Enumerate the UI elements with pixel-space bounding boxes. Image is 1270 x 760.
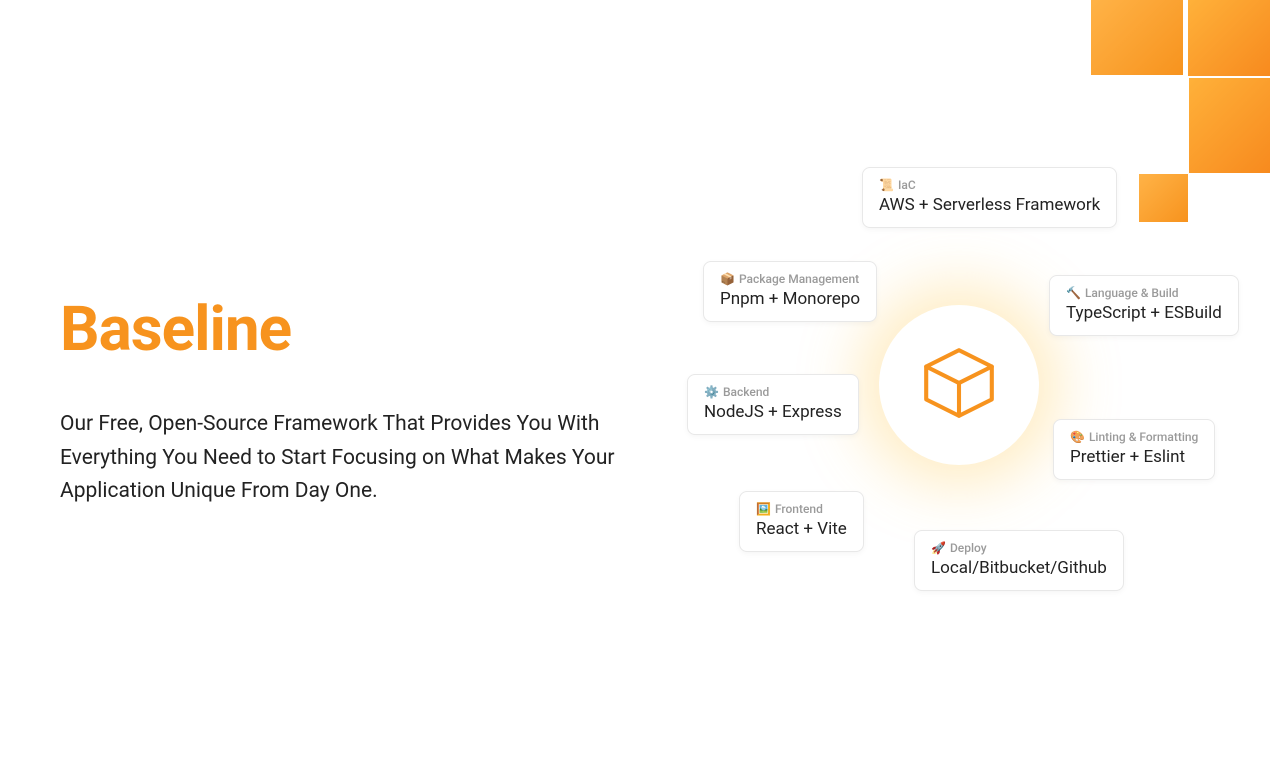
card-value: Pnpm + Monorepo	[720, 289, 860, 309]
box-icon	[918, 342, 1000, 428]
card-backend: ⚙️ Backend NodeJS + Express	[687, 374, 859, 435]
package-icon: 📦	[720, 272, 735, 286]
card-label-text: Frontend	[775, 502, 823, 516]
hero-text: Baseline Our Free, Open-Source Framework…	[60, 293, 650, 509]
card-label-text: Package Management	[739, 272, 859, 286]
card-value: AWS + Serverless Framework	[879, 195, 1100, 215]
card-label-text: Deploy	[950, 541, 987, 555]
card-label: 🎨 Linting & Formatting	[1070, 430, 1198, 444]
gear-icon: ⚙️	[704, 385, 719, 399]
card-label-text: IaC	[898, 178, 916, 192]
card-value: Prettier + Eslint	[1070, 447, 1198, 467]
card-label: 🚀 Deploy	[931, 541, 1107, 555]
card-deploy: 🚀 Deploy Local/Bitbucket/Github	[914, 530, 1124, 591]
card-label: 📜 IaC	[879, 178, 1100, 192]
card-label-text: Backend	[723, 385, 769, 399]
decoration-square	[1091, 0, 1183, 75]
card-package-management: 📦 Package Management Pnpm + Monorepo	[703, 261, 877, 322]
decoration-square	[1188, 0, 1270, 76]
card-label-text: Linting & Formatting	[1089, 430, 1198, 444]
scroll-icon: 📜	[879, 178, 894, 192]
card-language-build: 🔨 Language & Build TypeScript + ESBuild	[1049, 275, 1239, 336]
frame-icon: 🖼️	[756, 502, 771, 516]
card-frontend: 🖼️ Frontend React + Vite	[739, 491, 864, 552]
card-linting-formatting: 🎨 Linting & Formatting Prettier + Eslint	[1053, 419, 1215, 480]
palette-icon: 🎨	[1070, 430, 1085, 444]
card-value: NodeJS + Express	[704, 402, 842, 422]
card-value: Local/Bitbucket/Github	[931, 558, 1107, 578]
card-label: 🔨 Language & Build	[1066, 286, 1222, 300]
decoration-square	[1189, 78, 1270, 173]
feature-graphic: 📜 IaC AWS + Serverless Framework 📦 Packa…	[680, 160, 1260, 620]
hub-circle	[879, 305, 1039, 465]
card-label-text: Language & Build	[1085, 286, 1179, 300]
card-value: TypeScript + ESBuild	[1066, 303, 1222, 323]
rocket-icon: 🚀	[931, 541, 946, 555]
hero-subtitle: Our Free, Open-Source Framework That Pro…	[60, 408, 650, 509]
card-label: 🖼️ Frontend	[756, 502, 847, 516]
card-label: 📦 Package Management	[720, 272, 860, 286]
card-value: React + Vite	[756, 519, 847, 539]
hero-title: Baseline	[60, 293, 650, 366]
card-label: ⚙️ Backend	[704, 385, 842, 399]
card-iac: 📜 IaC AWS + Serverless Framework	[862, 167, 1117, 228]
hammer-icon: 🔨	[1066, 286, 1081, 300]
